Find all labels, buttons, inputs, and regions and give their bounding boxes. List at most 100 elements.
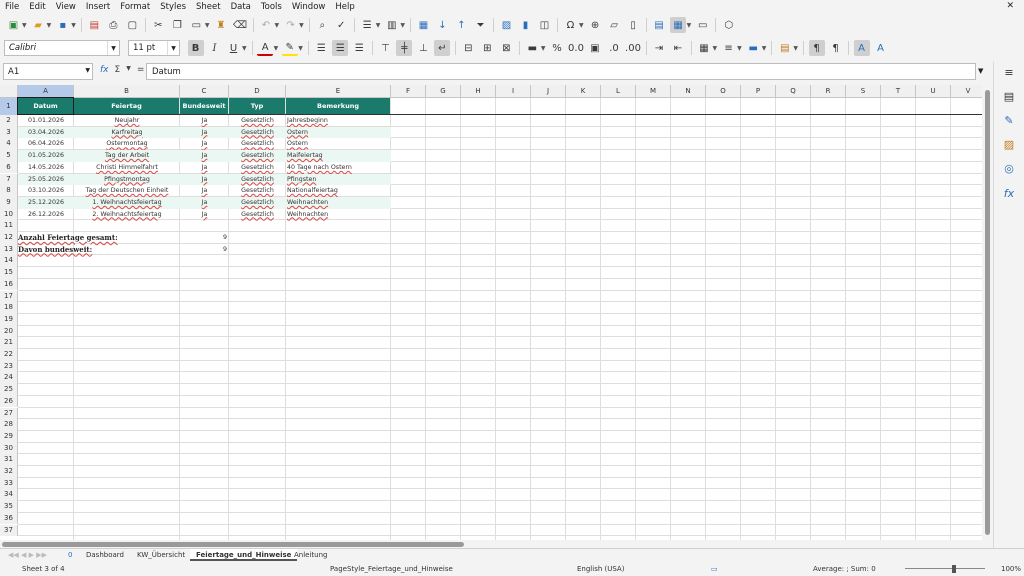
table-cell[interactable]: Gesetzlich	[229, 197, 286, 209]
row-icon[interactable]: ☰	[359, 17, 375, 33]
table-cell[interactable]: Maifeiertag	[287, 150, 392, 162]
open-folder-icon[interactable]: ▰	[30, 17, 46, 33]
table-cell[interactable]: 06.04.2026	[18, 138, 74, 150]
row-header-13[interactable]: 13	[0, 243, 18, 256]
vertical-scrollbar[interactable]	[983, 85, 993, 540]
navigator-icon[interactable]: ◎	[1002, 162, 1016, 176]
summary-value[interactable]: 9	[180, 244, 227, 256]
row-header-26[interactable]: 26	[0, 395, 18, 408]
increase-indent-icon[interactable]: ⇥	[651, 40, 667, 56]
font-name-box[interactable]: Calibri ▼	[4, 40, 120, 56]
row-header-33[interactable]: 33	[0, 477, 18, 490]
row-header-32[interactable]: 32	[0, 466, 18, 478]
conditional-format-icon[interactable]: ▤	[777, 40, 793, 56]
table-cell[interactable]: Ostern	[287, 127, 392, 139]
chevron-down-icon[interactable]: ▼	[687, 22, 692, 29]
menu-item-edit[interactable]: Edit	[24, 2, 50, 12]
insert-pivot-table-icon[interactable]: ◫	[537, 17, 553, 33]
table-cell[interactable]: 01.05.2026	[18, 150, 74, 162]
row-header-21[interactable]: 21	[0, 337, 18, 349]
column-header-h[interactable]: H	[461, 85, 496, 98]
paste-icon[interactable]: ▭	[188, 17, 204, 33]
menu-item-view[interactable]: View	[51, 2, 81, 12]
styles-icon[interactable]: ✎	[1002, 114, 1016, 128]
table-cell[interactable]: Gesetzlich	[229, 185, 286, 197]
zoom-slider[interactable]	[905, 568, 985, 569]
menu-item-file[interactable]: File	[0, 2, 24, 12]
chevron-down-icon[interactable]: ▼	[793, 45, 798, 52]
insert-image-icon[interactable]: ▨	[499, 17, 515, 33]
row-header-31[interactable]: 31	[0, 454, 18, 466]
column-header-k[interactable]: K	[566, 85, 601, 98]
table-cell[interactable]: Christi Himmelfahrt	[74, 162, 180, 174]
table-cell[interactable]: Ja	[180, 209, 229, 221]
column-header-u[interactable]: U	[916, 85, 951, 98]
insert-chart-icon[interactable]: ▮	[518, 17, 534, 33]
copy-icon[interactable]: ❐	[169, 17, 185, 33]
sum-display[interactable]: Average: ; Sum: 0	[813, 562, 876, 576]
table-cell[interactable]: Gesetzlich	[229, 115, 286, 127]
sheet-tab[interactable]: Feiertage_und_Hinweise	[190, 549, 298, 561]
delete-decimal-icon[interactable]: .00	[625, 40, 641, 56]
row-header-7[interactable]: 7	[0, 173, 18, 186]
summary-value[interactable]: 9	[180, 232, 227, 244]
row-header-28[interactable]: 28	[0, 419, 18, 431]
table-cell[interactable]: Neujahr	[74, 115, 180, 127]
table-header-cell[interactable]: Bundesweit	[180, 98, 228, 114]
clone-formatting-icon[interactable]: ♜	[213, 17, 229, 33]
chevron-down-icon[interactable]: ▼	[275, 22, 280, 29]
menu-item-window[interactable]: Window	[287, 2, 331, 12]
column-header-o[interactable]: O	[706, 85, 741, 98]
zoom-slider-handle[interactable]	[952, 565, 956, 573]
row-header-4[interactable]: 4	[0, 138, 18, 151]
column-header-e[interactable]: E	[286, 85, 391, 98]
save-icon[interactable]: ▪	[55, 17, 71, 33]
split-window-icon[interactable]: ▭	[695, 17, 711, 33]
column-header-i[interactable]: I	[496, 85, 531, 98]
align-center-icon[interactable]: ☰	[332, 40, 349, 56]
align-left-icon[interactable]: ☰	[313, 40, 329, 56]
row-header-12[interactable]: 12	[0, 232, 18, 244]
find-replace-icon[interactable]: ⌕	[314, 17, 330, 33]
column-header-s[interactable]: S	[846, 85, 881, 98]
sheet-tab[interactable]: KW_Übersicht	[131, 549, 191, 561]
row-header-23[interactable]: 23	[0, 360, 18, 373]
summary-label[interactable]: Davon bundesweit:	[18, 244, 92, 256]
table-cell[interactable]: Tag der Deutschen Einheit	[74, 185, 180, 197]
chevron-down-icon[interactable]: ▼	[274, 45, 279, 52]
expand-formula-bar-icon[interactable]: ▼	[978, 67, 983, 75]
chevron-down-icon[interactable]: ▼	[107, 41, 119, 55]
row-header-18[interactable]: 18	[0, 302, 18, 314]
row-header-15[interactable]: 15	[0, 267, 18, 279]
column-header-a[interactable]: A	[18, 85, 74, 98]
align-middle-icon[interactable]: ╪	[396, 40, 413, 56]
align-bottom-icon[interactable]: ⊥	[415, 40, 431, 56]
table-cell[interactable]: Gesetzlich	[229, 162, 286, 174]
column-header-t[interactable]: T	[881, 85, 916, 98]
row-header-3[interactable]: 3	[0, 126, 18, 139]
table-header-cell[interactable]: Bemerkung	[286, 98, 390, 114]
chevron-down-icon[interactable]: ▼	[167, 41, 179, 55]
hyperlink-icon[interactable]: ⊕	[587, 17, 603, 33]
chevron-down-icon[interactable]: ▼	[22, 22, 27, 29]
menu-item-tools[interactable]: Tools	[256, 2, 287, 12]
text-orientation-vertical-icon[interactable]: A	[873, 40, 889, 56]
align-top-icon[interactable]: ⊤	[377, 40, 393, 56]
table-cell[interactable]: Nationalfeiertag	[287, 185, 392, 197]
table-cell[interactable]: Gesetzlich	[229, 209, 286, 221]
table-cell[interactable]: Gesetzlich	[229, 174, 286, 186]
chevron-down-icon[interactable]: ▼	[737, 45, 742, 52]
horizontal-scrollbar[interactable]	[0, 541, 982, 548]
selection-mode-icon[interactable]: ▭	[711, 562, 718, 576]
chevron-down-icon[interactable]: ▼	[762, 45, 767, 52]
table-cell[interactable]: 26.12.2026	[18, 209, 74, 221]
table-cell[interactable]: Ostern	[287, 138, 392, 150]
table-header-cell[interactable]: Feiertag	[74, 98, 179, 114]
unmerge-cells-icon[interactable]: ⊠	[498, 40, 514, 56]
table-header-cell[interactable]: Datum	[17, 97, 74, 115]
sheet-tab[interactable]: Anleitung	[288, 549, 333, 561]
spreadsheet-grid[interactable]: ABCDEFGHIJKLMNOPQRSTUV 1 2 3 4 5 6 7 8 9 10 11 12 13…	[0, 85, 982, 540]
table-cell[interactable]: Ostermontag	[74, 138, 180, 150]
chevron-down-icon[interactable]: ▼	[47, 22, 52, 29]
highlight-color-icon[interactable]: ✎	[281, 40, 298, 56]
